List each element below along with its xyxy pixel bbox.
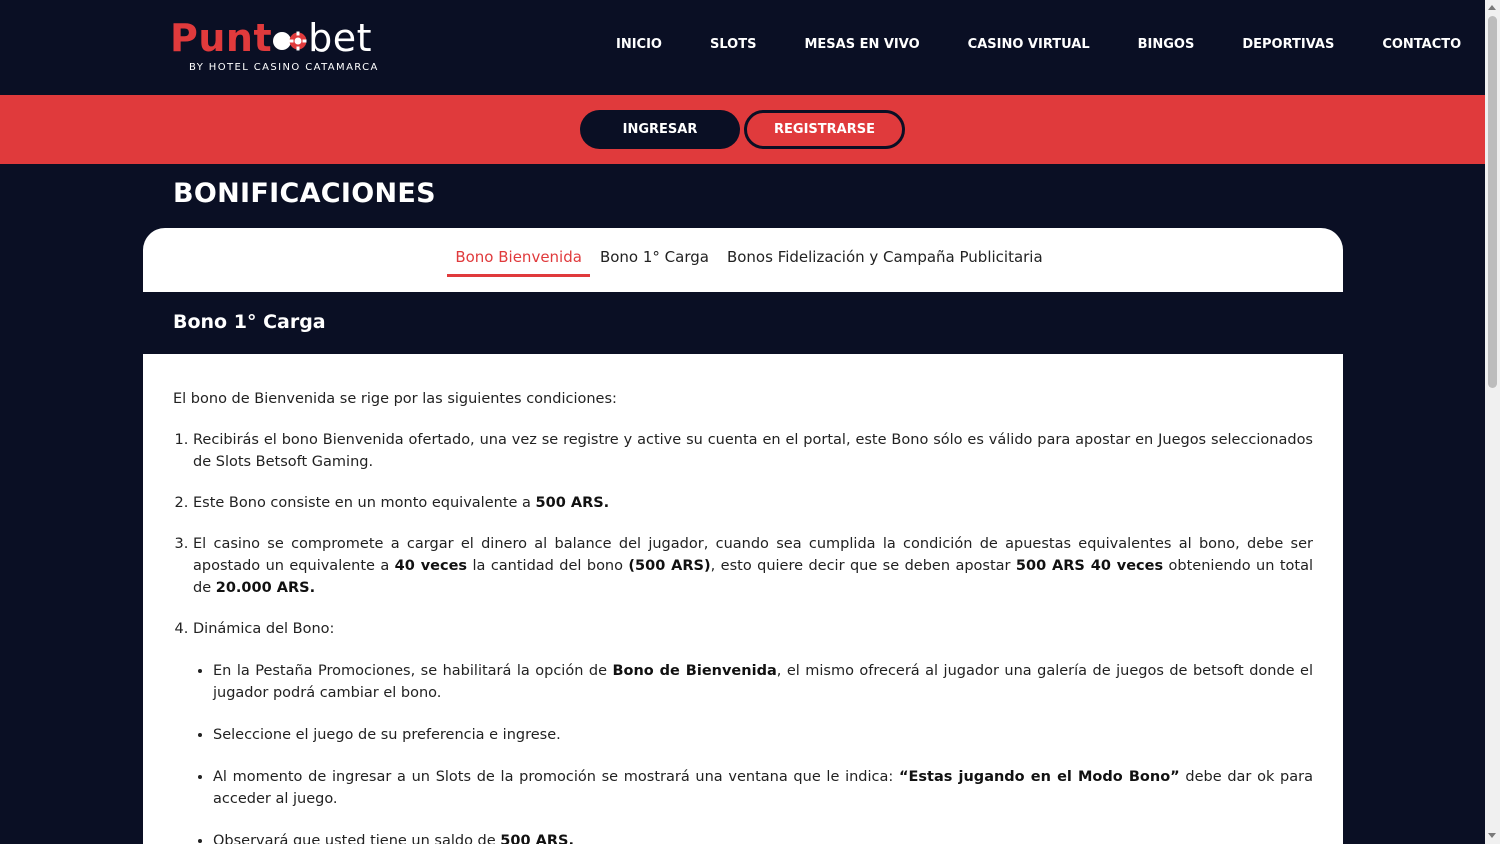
logo-subtitle: BY HOTEL CASINO CATAMARCA <box>189 62 379 73</box>
auth-bar: INGRESAR REGISTRARSE <box>0 95 1485 164</box>
item-text: Al momento de ingresar a un Slots de la … <box>213 769 899 785</box>
logo-text-part2: bet <box>308 16 373 60</box>
item-text: Este Bono consiste en un monto equivalen… <box>193 495 536 511</box>
tab-bono-bienvenida[interactable]: Bono Bienvenida <box>447 248 590 277</box>
intro-text: El bono de Bienvenida se rige por las si… <box>173 391 617 407</box>
item-text: la cantidad del bono <box>467 558 629 574</box>
item-text: Seleccione el juego de su preferencia e … <box>213 727 561 743</box>
nav-bingos[interactable]: BINGOS <box>1122 37 1195 52</box>
section-title: Bono 1° Carga <box>173 311 326 333</box>
nav-contacto[interactable]: CONTACTO <box>1366 37 1461 52</box>
item-bold: (500 ARS) <box>628 558 711 574</box>
nav-casino-virtual[interactable]: CASINO VIRTUAL <box>952 37 1090 52</box>
bonus-content: El bono de Bienvenida se rige por las si… <box>143 354 1343 844</box>
logo-text-part1: Punt <box>170 16 273 60</box>
register-button[interactable]: REGISTRARSE <box>744 110 905 149</box>
list-item: Este Bono consiste en un monto equivalen… <box>193 492 1313 514</box>
tabs-card: Bono Bienvenida Bono 1° Carga Bonos Fide… <box>143 228 1343 292</box>
conditions-list: Recibirás el bono Bienvenida ofertado, u… <box>173 429 1313 844</box>
login-button[interactable]: INGRESAR <box>580 110 740 149</box>
tab-bonos-fidelizacion[interactable]: Bonos Fidelización y Campaña Publicitari… <box>719 248 1051 277</box>
item-text: , esto quiere decir que se deben apostar <box>710 558 1016 574</box>
nav-deportivas[interactable]: DEPORTIVAS <box>1226 37 1334 52</box>
item-bold: “Estas jugando en el Modo Bono” <box>898 769 1180 785</box>
logo[interactable]: Punt bet BY HOTEL CASINO CATAMARCA <box>170 18 400 78</box>
scroll-thumb[interactable] <box>1488 16 1497 388</box>
bullet-item: Al momento de ingresar a un Slots de la … <box>213 766 1313 810</box>
page-title: BONIFICACIONES <box>173 178 436 209</box>
item-text: Observará que usted tiene un saldo de <box>213 833 501 844</box>
list-item: Recibirás el bono Bienvenida ofertado, u… <box>193 429 1313 473</box>
item-bold: Bono de Bienvenida <box>612 663 777 679</box>
dynamics-list: En la Pestaña Promociones, se habilitará… <box>193 660 1313 844</box>
nav-slots[interactable]: SLOTS <box>694 37 756 52</box>
tab-bar: Bono Bienvenida Bono 1° Carga Bonos Fide… <box>143 248 1343 277</box>
scroll-up-arrow-icon[interactable] <box>1488 5 1496 10</box>
site-header: Punt bet BY HOTEL CASINO CATAMARCA INICI… <box>0 0 1485 95</box>
item-bold: 40 veces <box>394 558 468 574</box>
item-bold: 20.000 ARS. <box>215 580 316 596</box>
nav-inicio[interactable]: INICIO <box>600 37 662 52</box>
item-text: Dinámica del Bono: <box>193 621 335 637</box>
item-bold: 500 ARS. <box>535 495 610 511</box>
scrollbar[interactable] <box>1485 0 1500 844</box>
bullet-item: En la Pestaña Promociones, se habilitará… <box>213 660 1313 704</box>
main-nav: INICIO SLOTS MESAS EN VIVO CASINO VIRTUA… <box>600 37 1493 52</box>
tab-bono-primera-carga[interactable]: Bono 1° Carga <box>592 248 717 277</box>
item-text: En la Pestaña Promociones, se habilitará… <box>213 663 613 679</box>
scroll-down-arrow-icon[interactable] <box>1488 833 1496 838</box>
bullet-item: Observará que usted tiene un saldo de 50… <box>213 830 1313 844</box>
bullet-item: Seleccione el juego de su preferencia e … <box>213 724 1313 746</box>
chip-icon <box>273 31 307 50</box>
section-header: Bono 1° Carga <box>143 292 1343 354</box>
item-bold: 500 ARS 40 veces <box>1015 558 1164 574</box>
list-item: Dinámica del Bono: En la Pestaña Promoci… <box>193 618 1313 844</box>
item-text: Recibirás el bono Bienvenida ofertado, u… <box>193 432 1313 470</box>
list-item: El casino se compromete a cargar el dine… <box>193 533 1313 599</box>
nav-mesas-en-vivo[interactable]: MESAS EN VIVO <box>788 37 919 52</box>
item-bold: 500 ARS. <box>500 833 574 844</box>
